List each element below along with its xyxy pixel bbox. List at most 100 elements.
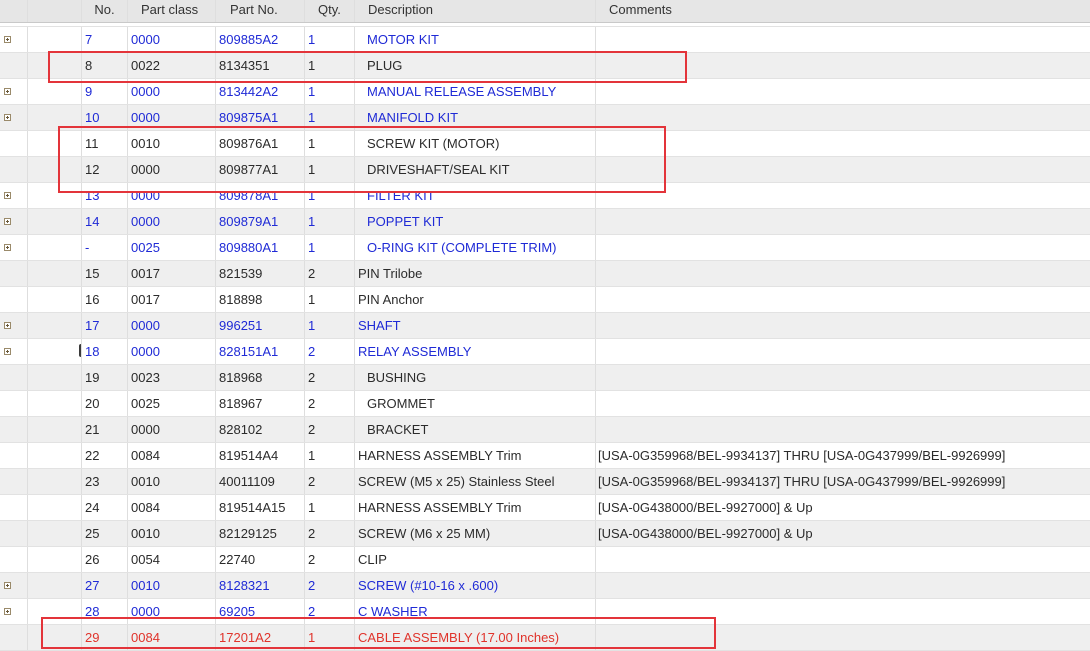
expand-cell[interactable] [0, 209, 28, 234]
expand-plus-icon[interactable] [4, 582, 11, 589]
row-comments: [USA-0G438000/BEL-9927000] & Up [598, 500, 813, 515]
expand-plus-icon[interactable] [4, 36, 11, 43]
table-row[interactable]: 13 0000 809878A1 1 FILTER KIT [0, 183, 1090, 209]
row-qty: 1 [305, 313, 355, 338]
table-row[interactable]: 11 0010 809876A1 1 SCREW KIT (MOTOR) [0, 131, 1090, 157]
row-comments [596, 209, 1090, 234]
row-description[interactable]: MANUAL RELEASE ASSEMBLY [355, 79, 596, 104]
row-description[interactable]: C WASHER [355, 599, 596, 624]
expand-cell [0, 53, 28, 78]
row-part-class: 0000 [128, 105, 216, 130]
row-description[interactable]: O-RING KIT (COMPLETE TRIM) [355, 235, 596, 260]
header-no[interactable]: No. [82, 0, 128, 22]
row-part-class: 0010 [128, 469, 216, 494]
row-comments [596, 573, 1090, 598]
row-description: PIN Anchor [355, 287, 596, 312]
expand-cell[interactable] [0, 313, 28, 338]
table-row[interactable]: 20 0025 818967 2 GROMMET [0, 391, 1090, 417]
row-no: 20 [82, 391, 128, 416]
row-qty: 2 [305, 573, 355, 598]
expand-plus-icon[interactable] [4, 608, 11, 615]
table-row[interactable]: 9 0000 813442A2 1 MANUAL RELEASE ASSEMBLY [0, 79, 1090, 105]
row-qty: 2 [305, 521, 355, 546]
table-row[interactable]: 18 0000 828151A1 2 RELAY ASSEMBLY [0, 339, 1090, 365]
row-part-class: 0084 [128, 495, 216, 520]
image-cell [28, 443, 82, 468]
header-description[interactable]: Description [355, 0, 596, 22]
table-row[interactable]: 15 0017 821539 2 PIN Trilobe [0, 261, 1090, 287]
table-row[interactable]: -0025 809880A1 1 O-RING KIT (COMPLETE TRIM) [0, 235, 1090, 261]
row-part-class: 0084 [128, 625, 216, 650]
expand-plus-icon[interactable] [4, 218, 11, 225]
table-row[interactable]: 27 0010 8128321 2 SCREW (#10-16 x .600) [0, 573, 1090, 599]
table-row[interactable]: 23 0010 40011109 2 SCREW (M5 x 25) Stainless… [0, 469, 1090, 495]
expand-plus-icon[interactable] [4, 322, 11, 329]
expand-plus-icon[interactable] [4, 244, 11, 251]
row-qty: 1 [305, 157, 355, 182]
row-qty: 2 [305, 599, 355, 624]
row-part-class: 0025 [128, 235, 216, 260]
expand-cell [0, 521, 28, 546]
expand-cell[interactable] [0, 599, 28, 624]
expand-cell[interactable] [0, 183, 28, 208]
row-qty: 1 [305, 105, 355, 130]
image-cell [28, 625, 82, 650]
table-row[interactable]: 10 0000 809875A1 1 MANIFOLD KIT [0, 105, 1090, 131]
row-description[interactable]: MANIFOLD KIT [355, 105, 596, 130]
header-part-no[interactable]: Part No. [216, 0, 305, 22]
row-no: 9 [82, 79, 128, 104]
expand-cell [0, 469, 28, 494]
expand-cell[interactable] [0, 573, 28, 598]
row-part-class: 0010 [128, 521, 216, 546]
row-qty: 2 [305, 417, 355, 442]
row-part-no: 8128321 [216, 573, 305, 598]
row-part-no: 40011109 [216, 469, 305, 494]
table-row[interactable]: 12 0000 809877A1 1 DRIVESHAFT/SEAL KIT [0, 157, 1090, 183]
row-description[interactable]: FILTER KIT [355, 183, 596, 208]
table-row[interactable]: 25 0010 82129125 2 SCREW (M6 x 25 MM) [USA-0G… [0, 521, 1090, 547]
expand-cell[interactable] [0, 105, 28, 130]
table-row[interactable]: 26 0054 22740 2 CLIP [0, 547, 1090, 573]
expand-cell[interactable] [0, 235, 28, 260]
expand-plus-icon[interactable] [4, 88, 11, 95]
row-part-class: 0000 [128, 599, 216, 624]
row-comments [596, 131, 1090, 156]
table-row[interactable]: 21 0000 828102 2 BRACKET [0, 417, 1090, 443]
row-part-no: 818898 [216, 287, 305, 312]
row-description[interactable]: RELAY ASSEMBLY [355, 339, 596, 364]
table-row[interactable]: 29 0084 17201A2 1 CABLE ASSEMBLY (17.00 Inch… [0, 625, 1090, 651]
row-comments [596, 235, 1090, 260]
expand-plus-icon[interactable] [4, 348, 11, 355]
row-no: 10 [82, 105, 128, 130]
expand-cell[interactable] [0, 27, 28, 52]
table-row[interactable]: 24 0084 819514A15 1 HARNESS ASSEMBLY Trim [US… [0, 495, 1090, 521]
table-row[interactable]: 22 0084 819514A4 1 HARNESS ASSEMBLY Trim [USA… [0, 443, 1090, 469]
table-row[interactable]: 19 0023 818968 2 BUSHING [0, 365, 1090, 391]
row-part-no: 22740 [216, 547, 305, 572]
row-no: 19 [82, 365, 128, 390]
row-part-class: 0000 [128, 79, 216, 104]
table-row[interactable]: 16 0017 818898 1 PIN Anchor [0, 287, 1090, 313]
expand-cell [0, 625, 28, 650]
expand-plus-icon[interactable] [4, 114, 11, 121]
header-qty[interactable]: Qty. [305, 0, 355, 22]
table-row[interactable]: 28 0000 69205 2 C WASHER [0, 599, 1090, 625]
header-comments[interactable]: Comments [596, 0, 1090, 22]
table-row[interactable]: 17 0000 996251 1 SHAFT [0, 313, 1090, 339]
row-part-no: 17201A2 [216, 625, 305, 650]
header-part-class[interactable]: Part class [128, 0, 216, 22]
table-row[interactable]: 14 0000 809879A1 1 POPPET KIT [0, 209, 1090, 235]
image-cell [28, 53, 82, 78]
row-qty: 1 [305, 287, 355, 312]
row-description[interactable]: SCREW (#10-16 x .600) [355, 573, 596, 598]
row-description[interactable]: SHAFT [355, 313, 596, 338]
table-row[interactable]: 8 0022 8134351 1 PLUG [0, 53, 1090, 79]
row-part-no: 809880A1 [216, 235, 305, 260]
expand-plus-icon[interactable] [4, 192, 11, 199]
row-description[interactable]: POPPET KIT [355, 209, 596, 234]
table-row[interactable]: 7 0000 809885A2 1 MOTOR KIT [0, 27, 1090, 53]
row-no: 23 [82, 469, 128, 494]
expand-cell[interactable] [0, 79, 28, 104]
row-description[interactable]: MOTOR KIT [355, 27, 596, 52]
expand-cell[interactable] [0, 339, 28, 364]
